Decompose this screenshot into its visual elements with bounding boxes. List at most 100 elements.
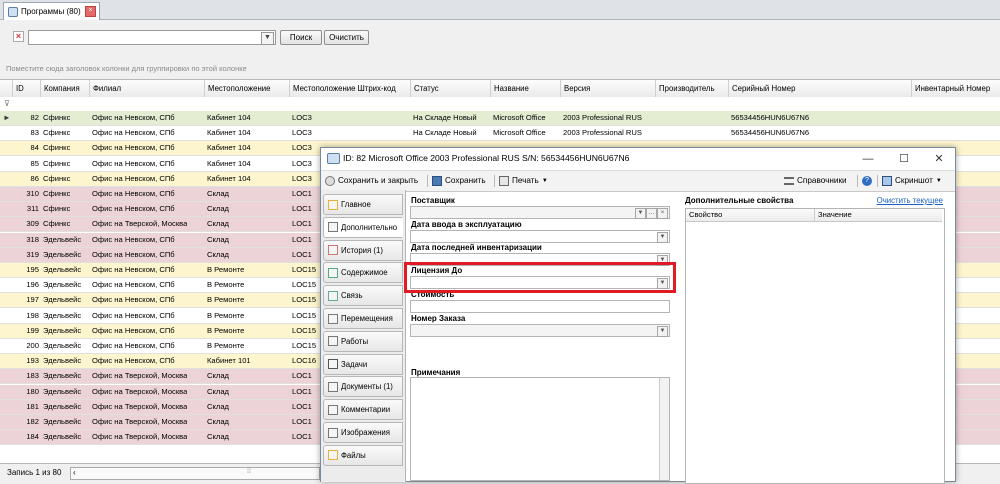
chevron-down-icon: ▼: [541, 178, 548, 184]
col-header-manufacturer[interactable]: Производитель: [655, 80, 728, 97]
print-button[interactable]: Печать ▼: [499, 174, 548, 188]
cell-location: В Ремонте: [207, 341, 245, 350]
cell-branch: Офис на Невском, СПб: [92, 341, 175, 350]
close-icon[interactable]: ✕: [924, 150, 954, 168]
notes-textarea[interactable]: [410, 377, 670, 481]
save-close-button[interactable]: Сохранить и закрыть: [325, 174, 418, 188]
cell-id: 193: [26, 356, 39, 366]
cell-barcode: LOC3: [292, 158, 312, 168]
table-row[interactable]: 83 Сфинкс Офис на Невском, СПб Кабинет 104 L…: [0, 126, 1000, 142]
help-button[interactable]: ?: [862, 174, 872, 188]
tab-content[interactable]: Содержимое: [323, 262, 403, 284]
cell-branch: Офис на Невском, СПб: [92, 113, 175, 122]
more-icon[interactable]: …: [646, 208, 657, 219]
tab-label: Изображения: [341, 428, 391, 437]
cell-location: Склад: [207, 432, 229, 442]
cell-barcode: LOC1: [292, 219, 312, 229]
col-header-status[interactable]: Статус: [410, 80, 490, 97]
table-row[interactable]: ► 82 Сфинкс Офис на Невском, СПб Кабинет 104…: [0, 111, 1000, 126]
show-current-link[interactable]: Очистить текущее: [877, 196, 943, 205]
tab-move[interactable]: Перемещения: [323, 308, 403, 329]
cell-branch: Офис на Невском, СПб: [92, 204, 175, 214]
cell-barcode: LOC15: [292, 341, 317, 350]
close-icon[interactable]: ×: [85, 6, 96, 17]
cell-location: Кабинет 101: [207, 356, 251, 366]
tab-work[interactable]: Работы: [323, 330, 403, 352]
cell-name: Microsoft Office: [493, 113, 546, 122]
cell-company: Эдельвейс: [43, 280, 82, 290]
move-icon: [328, 313, 338, 324]
cell-barcode: LOC3: [292, 128, 312, 138]
supplier-field[interactable]: ▼ … ×: [410, 206, 670, 219]
tab-images[interactable]: Изображения: [323, 422, 403, 443]
cell-barcode: LOC1: [292, 386, 312, 396]
cell-barcode: LOC3: [292, 173, 312, 183]
cell-company: Сфинкс: [43, 189, 71, 198]
reference-label: Справочники: [797, 176, 847, 185]
tab-programs-label: Программы (80): [21, 7, 81, 16]
col-header-version[interactable]: Версия: [560, 80, 655, 97]
order-number-label: Номер Заказа: [411, 314, 466, 323]
tab-history[interactable]: История (1): [323, 239, 403, 261]
chevron-down-icon[interactable]: ▼: [657, 326, 668, 337]
tab-link[interactable]: Связь: [323, 285, 403, 307]
col-header-serial[interactable]: Серийный Номер: [728, 80, 911, 97]
tab-files[interactable]: Файлы: [323, 444, 403, 466]
clear-filter-icon[interactable]: ×: [13, 31, 24, 42]
chevron-down-icon[interactable]: ▼: [261, 32, 274, 45]
tab-programs[interactable]: Программы (80) ×: [3, 2, 100, 20]
cell-company: Эдельвейс: [43, 401, 82, 411]
minimize-icon[interactable]: —: [853, 150, 883, 168]
tab-label: Содержимое: [341, 268, 388, 278]
col-header-inventory[interactable]: Инвентарный Номер: [911, 80, 1000, 97]
col-header-branch[interactable]: Филиал: [89, 80, 204, 97]
tab-extra[interactable]: Дополнительно: [323, 216, 403, 238]
filter-icon[interactable]: ⊽: [4, 99, 10, 108]
search-combo[interactable]: ▼: [28, 30, 276, 45]
screenshot-button[interactable]: Скриншот ▼: [882, 174, 942, 188]
tab-documents[interactable]: Документы (1): [323, 376, 403, 398]
filter-row[interactable]: ⊽: [0, 97, 1000, 112]
col-header-name[interactable]: Название: [490, 80, 560, 97]
work-icon: [328, 336, 338, 347]
close-icon[interactable]: ×: [657, 208, 668, 219]
search-button[interactable]: Поиск: [280, 30, 322, 45]
cell-company: Эдельвейс: [43, 249, 82, 259]
col-header-location[interactable]: Местоположение: [204, 80, 289, 97]
props-col-property[interactable]: Свойство: [686, 209, 722, 221]
save-close-label: Сохранить и закрыть: [338, 176, 419, 185]
extra-icon: [328, 222, 338, 233]
cell-company: Эдельвейс: [43, 341, 82, 350]
order-number-field[interactable]: ▼: [410, 324, 670, 337]
dialog-titlebar: ID: 82 Microsoft Office 2003 Professiona…: [321, 148, 955, 170]
chevron-down-icon[interactable]: ▼: [657, 232, 668, 243]
tab-label: Работы: [341, 336, 369, 346]
scroll-thumb-grip[interactable]: ⁞⁞: [247, 468, 251, 475]
dialog-side-tabs: Главное Дополнительно История (1) Содержимо…: [321, 190, 406, 482]
props-col-value[interactable]: Значение: [814, 209, 852, 221]
commission-date-field[interactable]: ▼: [410, 230, 670, 243]
scroll-left-icon[interactable]: ‹: [73, 468, 76, 477]
cell-location: Склад: [207, 371, 229, 381]
tab-comments[interactable]: Комментарии: [323, 399, 403, 421]
save-close-icon: [325, 176, 335, 186]
tab-home[interactable]: Главное: [323, 194, 403, 215]
col-header-id[interactable]: ID: [12, 80, 40, 97]
col-header-barcode[interactable]: Местоположение Штрих-код: [289, 80, 410, 97]
tab-label: Главное: [341, 200, 371, 209]
cell-barcode: LOC15: [292, 310, 317, 320]
cell-branch: Офис на Невском, СПб: [92, 280, 175, 290]
chevron-down-icon[interactable]: ▼: [635, 208, 646, 219]
tab-task[interactable]: Задачи: [323, 353, 403, 375]
cell-barcode: LOC1: [292, 249, 312, 259]
save-button[interactable]: Сохранить: [432, 174, 486, 188]
reference-button[interactable]: Справочники: [784, 174, 847, 188]
notes-scrollbar[interactable]: [659, 378, 669, 480]
toolbar-separator: [427, 175, 428, 187]
cost-field[interactable]: [410, 300, 670, 313]
col-header-company[interactable]: Компания: [40, 80, 89, 97]
horizontal-scrollbar[interactable]: ‹ ⁞⁞: [70, 467, 320, 480]
clear-button[interactable]: Очистить: [324, 30, 369, 45]
programs-icon: [8, 6, 18, 17]
maximize-icon[interactable]: ☐: [889, 150, 919, 168]
